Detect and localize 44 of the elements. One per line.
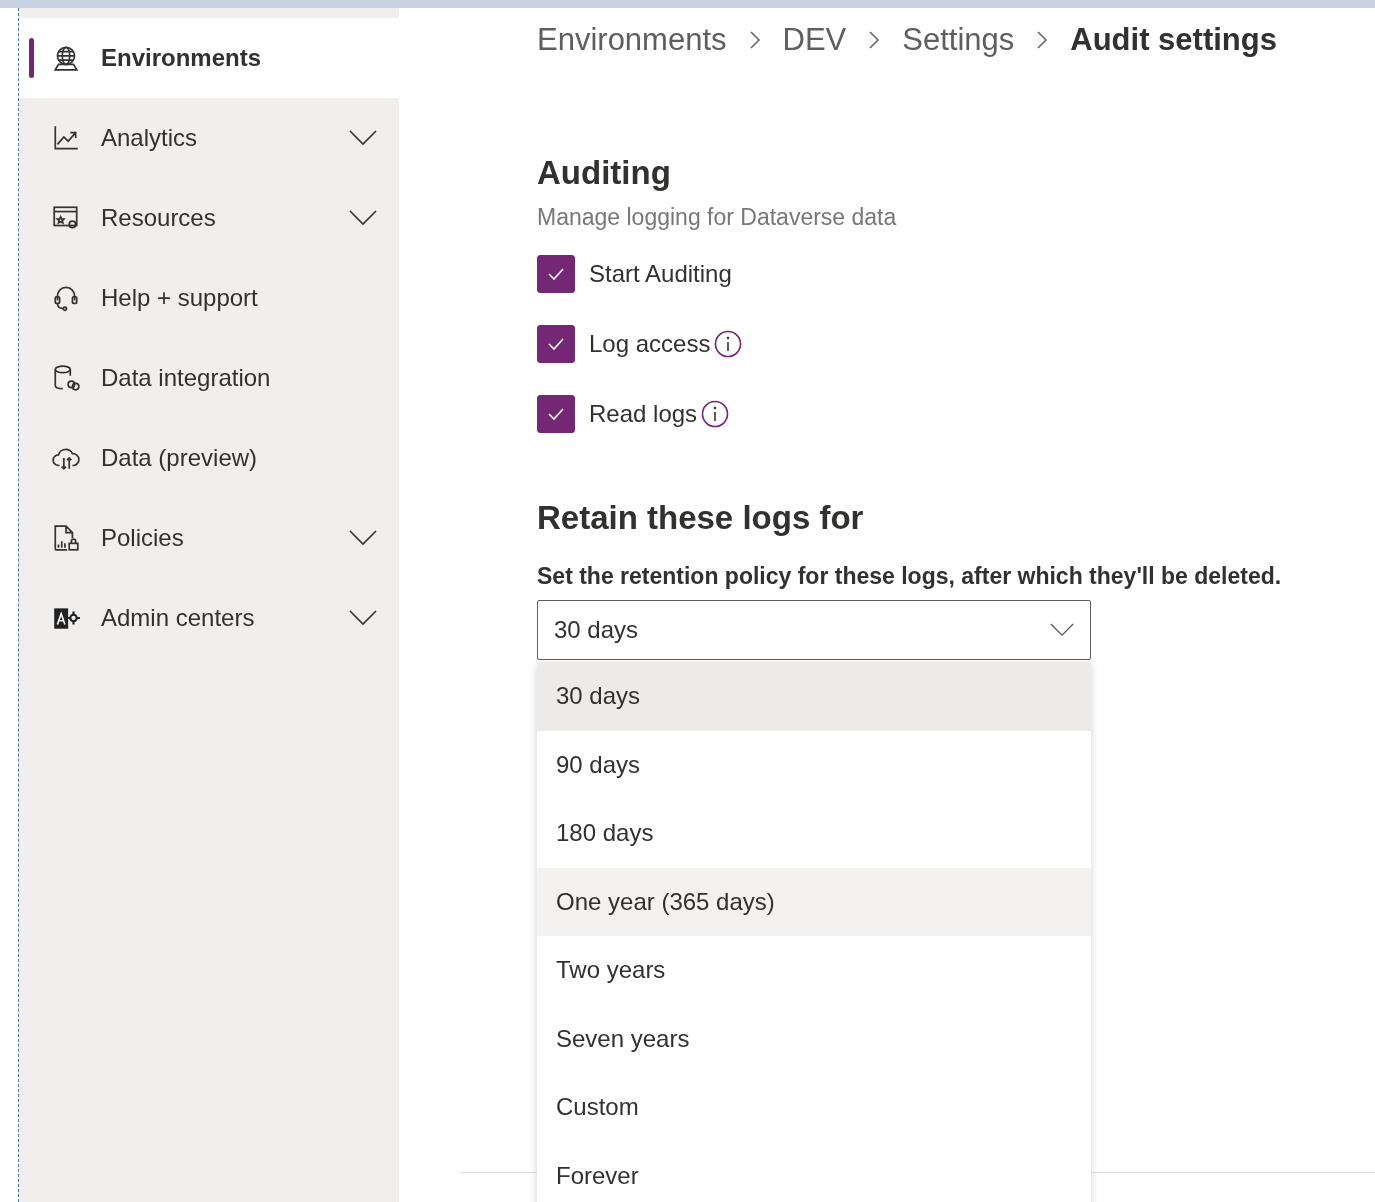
sidebar-item[interactable]: Data integration <box>19 338 399 418</box>
breadcrumb-link[interactable]: DEV <box>782 22 847 58</box>
chevron-down-icon <box>349 530 377 546</box>
chevron-down-icon <box>349 130 377 146</box>
checkbox[interactable] <box>537 325 575 363</box>
section-description: Set the retention policy for these logs, after which they'll be deleted. <box>537 563 1283 590</box>
breadcrumb-link[interactable]: Environments <box>537 22 727 58</box>
chevron-right-icon <box>748 30 761 50</box>
chevron-down-icon <box>349 210 377 226</box>
section-subtitle: Manage logging for Dataverse data <box>537 204 898 231</box>
chart-icon <box>51 123 81 153</box>
dropdown-option[interactable]: Custom <box>537 1073 1091 1142</box>
section-title: Auditing <box>537 154 672 192</box>
dropdown-option[interactable]: Two years <box>537 936 1091 1005</box>
info-icon[interactable] <box>701 400 730 428</box>
dropdown-option[interactable]: 90 days <box>537 730 1091 799</box>
retention-dropdown[interactable]: 30 days <box>537 600 1091 660</box>
chevron-right-icon <box>868 30 881 50</box>
sidebar-item[interactable]: Analytics <box>19 98 399 178</box>
sidebar-item[interactable]: Help + support <box>19 258 399 338</box>
sidebar-item[interactable]: Data (preview) <box>19 418 399 498</box>
document-chart-icon <box>51 523 81 553</box>
breadcrumb-link[interactable]: Audit settings <box>1070 22 1277 58</box>
checkbox-label[interactable]: Start Auditing <box>589 260 732 288</box>
info-icon[interactable] <box>714 330 743 358</box>
dropdown-option[interactable]: 180 days <box>537 799 1091 868</box>
section-title: Retain these logs for <box>537 499 865 537</box>
checkbox[interactable] <box>537 395 575 433</box>
database-icon <box>51 363 81 393</box>
sidebar-item[interactable]: Admin centers <box>19 578 399 658</box>
checkbox-label[interactable]: Log access <box>589 330 711 358</box>
chevron-down-icon <box>349 610 377 626</box>
chevron-down-icon <box>1050 623 1074 637</box>
chevron-right-icon <box>1036 30 1049 50</box>
breadcrumb-link[interactable]: Settings <box>902 22 1015 58</box>
dropdown-option[interactable]: 30 days <box>537 662 1091 731</box>
sidebar-item[interactable]: Environments <box>19 18 399 98</box>
checkbox[interactable] <box>537 255 575 293</box>
dropdown-option[interactable]: One year (365 days) <box>537 867 1091 936</box>
sidebar-item[interactable]: Policies <box>19 498 399 578</box>
checkbox-label[interactable]: Read logs <box>589 400 698 428</box>
sidebar-item[interactable]: Resources <box>19 178 399 258</box>
dropdown-option[interactable]: Seven years <box>537 1004 1091 1073</box>
dropdown-option[interactable]: Forever <box>537 1141 1091 1202</box>
